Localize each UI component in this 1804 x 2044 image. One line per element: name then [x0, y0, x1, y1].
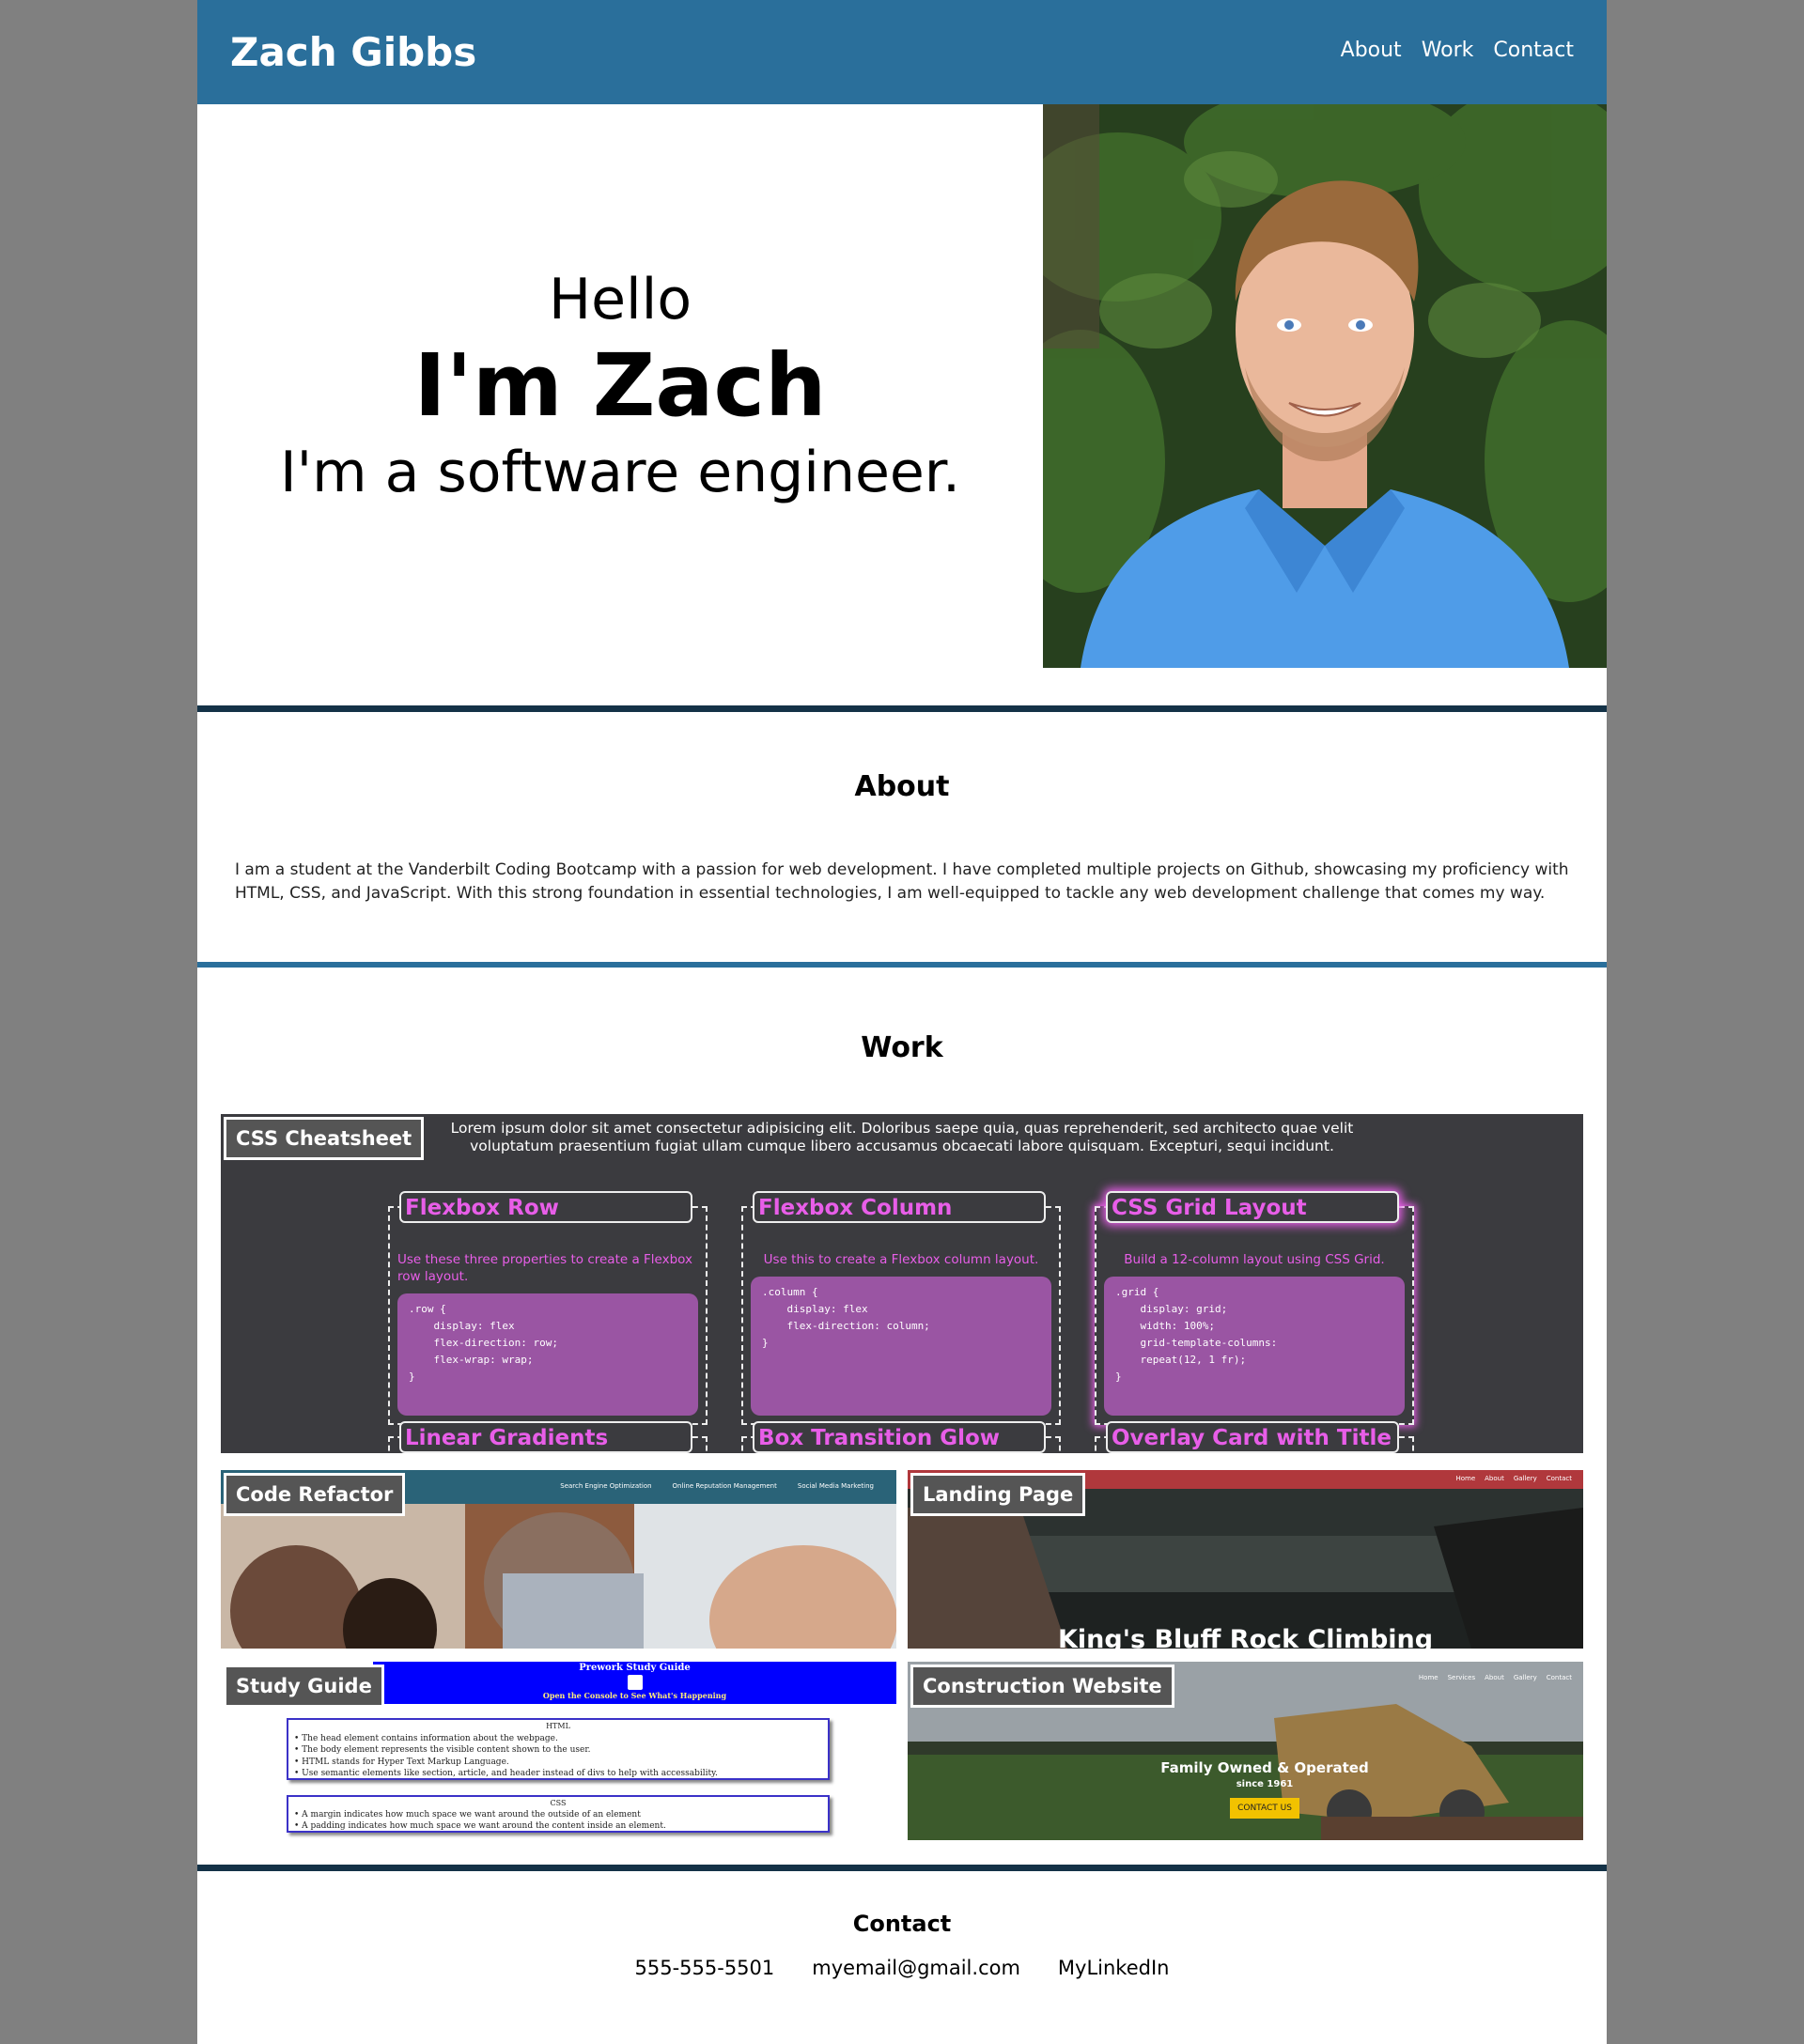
- work-heading: Work: [861, 1031, 943, 1064]
- study-guide-preview-css-box: CSS • A margin indicates how much space …: [287, 1795, 830, 1833]
- hero-role: I'm a software engineer.: [279, 440, 961, 505]
- preview-nav-item: Home: [1418, 1674, 1439, 1681]
- cheatsheet-card-description: Use this to create a Flexbox column layo…: [763, 1252, 1039, 1267]
- study-guide-html-heading: HTML: [546, 1722, 570, 1730]
- cheatsheet-card-description: Use these three properties to create a F…: [397, 1252, 693, 1284]
- section-divider: [197, 962, 1607, 968]
- cheatsheet-card: CSS Grid Layout Build a 12-column layout…: [1095, 1191, 1414, 1425]
- preview-nav-item: Search Engine Optimization: [560, 1482, 652, 1490]
- project-label: Study Guide: [224, 1665, 384, 1708]
- contact-phone[interactable]: 555-555-5501: [635, 1955, 775, 1981]
- cheatsheet-preview: Lorem ipsum dolor sit amet consectetur a…: [221, 1114, 1583, 1453]
- preview-nav-item: Social Media Marketing: [797, 1482, 874, 1490]
- study-guide-preview-title: Prework Study Guide: [579, 1663, 691, 1673]
- main-nav: About Work Contact: [1341, 36, 1574, 66]
- study-guide-item: • The head element contains information …: [294, 1733, 558, 1743]
- study-guide-item-text: A margin indicates how much space we wan…: [302, 1810, 641, 1819]
- cheatsheet-code-block: .column { display: flex flex-direction: …: [751, 1277, 1051, 1416]
- cheatsheet-card-title: Flexbox Column: [753, 1191, 1046, 1223]
- project-label: Code Refactor: [224, 1473, 406, 1516]
- study-guide-item-text: The body element represents the visible …: [302, 1745, 591, 1755]
- preview-nav-item: Gallery: [1513, 1674, 1537, 1681]
- cheatsheet-card: Linear Gradients: [388, 1421, 708, 1453]
- nav-link-contact[interactable]: Contact: [1493, 36, 1574, 66]
- cheatsheet-card-description: Build a 12-column layout using CSS Grid.: [1124, 1252, 1385, 1267]
- preview-nav-item: Gallery: [1513, 1475, 1537, 1482]
- project-label: Construction Website: [910, 1665, 1174, 1708]
- study-guide-item-text: The head element contains information ab…: [302, 1733, 558, 1743]
- study-guide-preview-html-box: HTML • The head element contains informa…: [287, 1718, 830, 1780]
- about-text: I am a student at the Vanderbilt Coding …: [235, 860, 1569, 903]
- cheatsheet-card-title: Box Transition Glow: [753, 1421, 1046, 1453]
- site-header: Zach Gibbs About Work Contact: [197, 0, 1607, 104]
- study-guide-item-text: A padding indicates how much space we wa…: [302, 1821, 666, 1831]
- cheatsheet-card: Flexbox Row Use these three properties t…: [388, 1191, 708, 1425]
- construction-preview-hero: Family Owned & Operated since 1961 CONTA…: [1124, 1758, 1406, 1819]
- project-label: Landing Page: [910, 1473, 1086, 1516]
- study-guide-item: • A padding indicates how much space we …: [294, 1821, 666, 1831]
- about-heading: About: [854, 770, 950, 803]
- study-guide-preview-image: [627, 1675, 643, 1690]
- nav-link-work[interactable]: Work: [1422, 36, 1474, 66]
- contact-email[interactable]: myemail@gmail.com: [812, 1955, 1020, 1981]
- study-guide-preview-header: Prework Study Guide Open the Console to …: [373, 1662, 896, 1704]
- study-guide-item: • A margin indicates how much space we w…: [294, 1810, 641, 1819]
- project-card-css-cheatsheet[interactable]: Lorem ipsum dolor sit amet consectetur a…: [221, 1114, 1583, 1453]
- construction-preview-headline: Family Owned & Operated: [1160, 1759, 1369, 1776]
- preview-nav-item: Contact: [1546, 1674, 1572, 1681]
- study-guide-item-text: HTML stands for Hyper Text Markup Langua…: [302, 1757, 509, 1767]
- code-refactor-preview-nav: Search Engine Optimization Online Reputa…: [560, 1481, 874, 1491]
- study-guide-item: • The body element represents the visibl…: [294, 1745, 591, 1755]
- study-guide-css-heading: CSS: [550, 1799, 567, 1807]
- study-guide-item: • HTML stands for Hyper Text Markup Lang…: [294, 1757, 509, 1767]
- preview-nav-item: About: [1485, 1475, 1504, 1482]
- contact-links: 555-555-5501 myemail@gmail.com MyLinkedI…: [197, 1955, 1607, 1981]
- contact-linkedin[interactable]: MyLinkedIn: [1058, 1955, 1170, 1981]
- cheatsheet-code-block: .row { display: flex flex-direction: row…: [397, 1293, 698, 1416]
- hero-name: I'm Zach: [413, 335, 827, 436]
- cheatsheet-card-title: Linear Gradients: [399, 1421, 692, 1453]
- hero-greeting: Hello: [548, 267, 692, 333]
- cheatsheet-card: Flexbox Column Use this to create a Flex…: [741, 1191, 1061, 1425]
- study-guide-item: • Use semantic elements like section, ar…: [294, 1769, 718, 1778]
- cheatsheet-card-title: Overlay Card with Title: [1106, 1421, 1399, 1453]
- cheatsheet-card: Box Transition Glow: [741, 1421, 1061, 1453]
- project-card-construction-website[interactable]: Home Services About Gallery Contact Fami…: [908, 1662, 1583, 1840]
- contact-heading: Contact: [852, 1911, 952, 1937]
- section-divider: [197, 705, 1607, 712]
- section-divider: [197, 1865, 1607, 1871]
- preview-nav-item: About: [1485, 1674, 1504, 1681]
- study-guide-item-text: Use semantic elements like section, arti…: [302, 1769, 718, 1778]
- nav-link-about[interactable]: About: [1341, 36, 1402, 66]
- cheatsheet-code-block: .grid { display: grid; width: 100%; grid…: [1104, 1277, 1405, 1416]
- landing-preview-nav: Home About Gallery Contact: [1455, 1474, 1572, 1483]
- landing-preview-headline: King's Bluff Rock Climbing: [1058, 1625, 1434, 1649]
- cheatsheet-card: Overlay Card with Title: [1095, 1421, 1414, 1453]
- project-card-study-guide[interactable]: Prework Study Guide Open the Console to …: [221, 1662, 896, 1840]
- project-card-landing-page[interactable]: Home About Gallery Contact King's Bluff …: [908, 1470, 1583, 1649]
- cheatsheet-card-title: Flexbox Row: [399, 1191, 692, 1223]
- profile-photo-illustration: [1043, 104, 1607, 668]
- construction-preview-nav: Home Services About Gallery Contact: [1419, 1673, 1572, 1682]
- preview-nav-item: Online Reputation Management: [672, 1482, 777, 1490]
- preview-nav-item: Contact: [1546, 1475, 1572, 1482]
- construction-preview-cta: CONTACT US: [1230, 1798, 1299, 1819]
- preview-nav-item: Services: [1447, 1674, 1476, 1681]
- cheatsheet-intro-text: Lorem ipsum dolor sit amet consectetur a…: [450, 1120, 1354, 1154]
- profile-photo: [1043, 104, 1607, 668]
- project-label: CSS Cheatsheet: [224, 1117, 425, 1160]
- hero-intro: Hello I'm Zach I'm a software engineer.: [197, 104, 1043, 668]
- page: Zach Gibbs About Work Contact Hello I'm …: [197, 0, 1607, 2044]
- project-card-code-refactor[interactable]: Search Engine Optimization Online Reputa…: [221, 1470, 896, 1649]
- construction-preview-since: since 1961: [1236, 1779, 1294, 1789]
- site-title[interactable]: Zach Gibbs: [230, 26, 476, 79]
- preview-nav-item: Home: [1455, 1475, 1476, 1482]
- cheatsheet-card-title: CSS Grid Layout: [1106, 1191, 1399, 1223]
- study-guide-preview-subtitle: Open the Console to See What's Happening: [542, 1691, 727, 1700]
